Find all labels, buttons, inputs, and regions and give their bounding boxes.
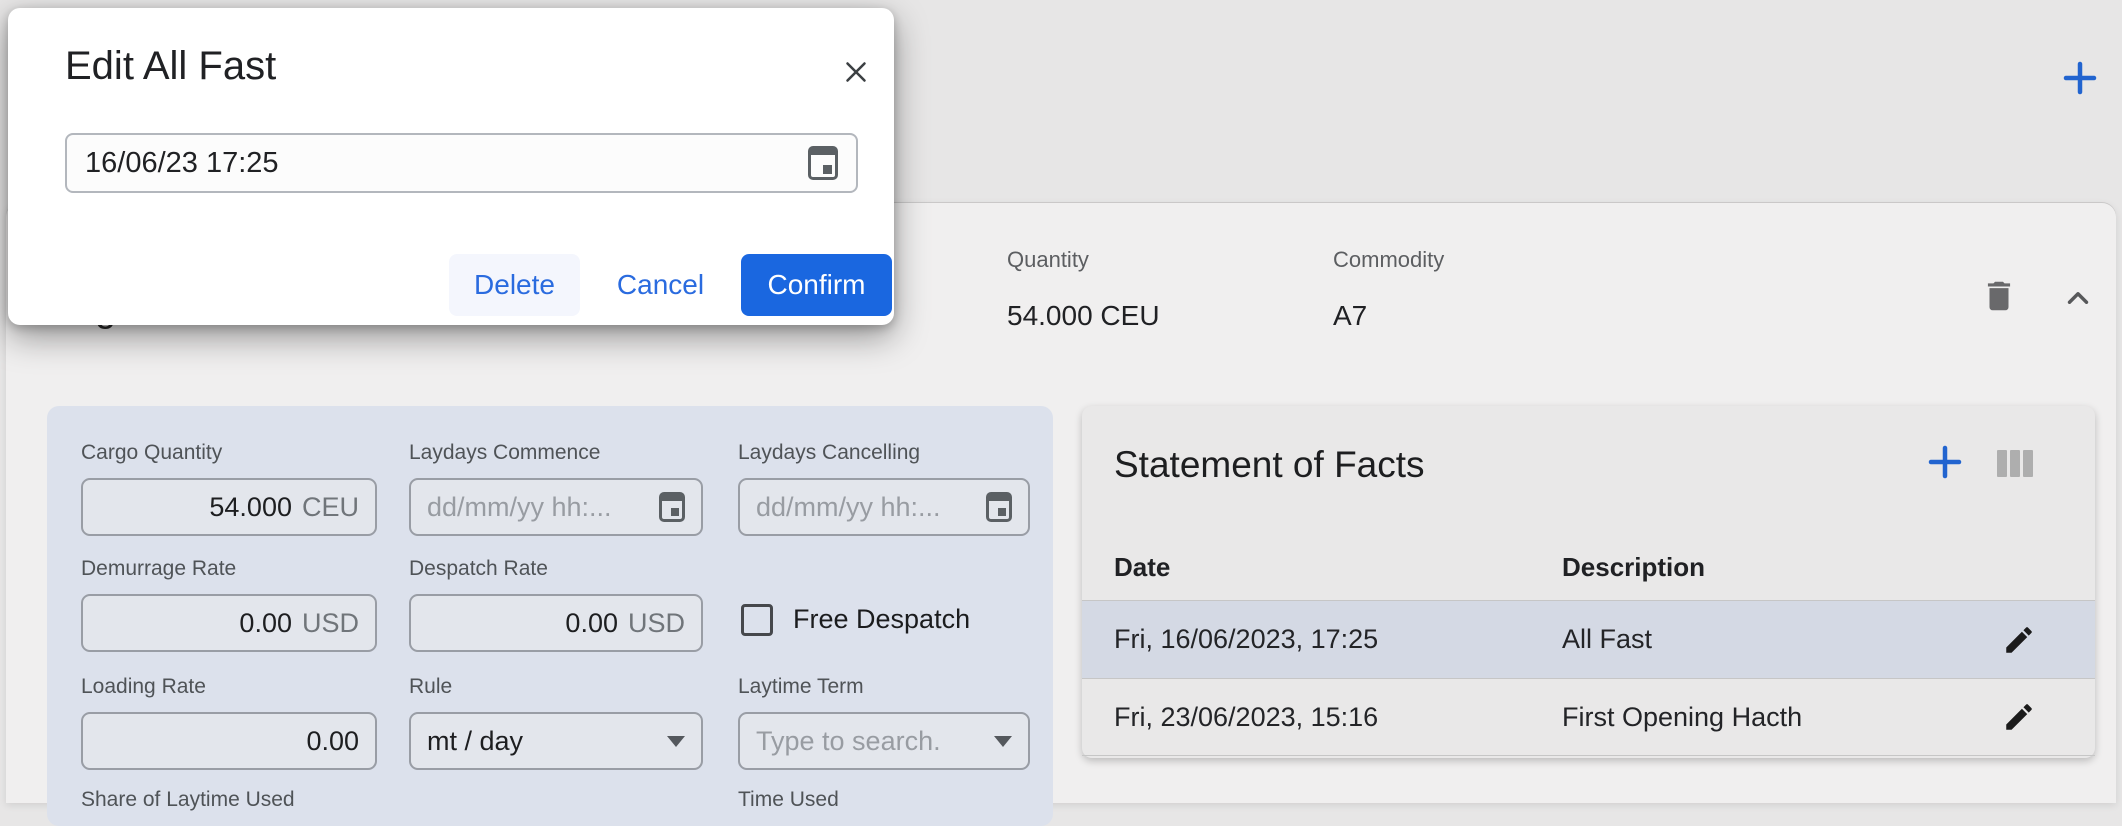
pencil-icon	[2002, 623, 2036, 657]
loading-rate-input[interactable]: 0.00	[81, 712, 377, 770]
despatch-rate-label: Despatch Rate	[409, 557, 703, 581]
laydays-cancelling-placeholder: dd/mm/yy hh:...	[756, 492, 986, 523]
trash-icon	[1980, 277, 2018, 315]
sof-table-row[interactable]: Fri, 23/06/2023, 15:16 First Opening Hac…	[1082, 678, 2095, 756]
rule-selected-value: mt / day	[427, 726, 667, 757]
laydays-cancelling-label: Laydays Cancelling	[738, 441, 1030, 465]
calendar-icon[interactable]	[986, 492, 1012, 522]
calendar-icon[interactable]	[808, 146, 838, 180]
event-datetime-value: 16/06/23 17:25	[85, 147, 808, 180]
quantity-label: Quantity	[1007, 247, 1089, 273]
despatch-rate-input[interactable]: 0.00 USD	[409, 594, 703, 652]
sof-row-description: All Fast	[1562, 624, 1652, 655]
time-used-label: Time Used	[738, 788, 1030, 812]
loading-rate-value: 0.00	[306, 726, 359, 757]
laytime-term-select[interactable]: Type to search.	[738, 712, 1030, 770]
delete-button[interactable]: Delete	[449, 254, 580, 316]
cargo-quantity-value: 54.000	[209, 492, 292, 523]
despatch-rate-value: 0.00	[565, 608, 618, 639]
dialog-title: Edit All Fast	[65, 44, 276, 89]
laydays-cancelling-input[interactable]: dd/mm/yy hh:...	[738, 478, 1030, 536]
sof-row-date: Fri, 23/06/2023, 15:16	[1114, 702, 1378, 733]
plus-icon	[1925, 442, 1965, 482]
chevron-down-icon	[667, 736, 685, 747]
pencil-icon	[2002, 700, 2036, 734]
quantity-value: 54.000 CEU	[1007, 300, 1160, 332]
columns-icon[interactable]	[1997, 450, 2033, 477]
add-cargo-button[interactable]	[2049, 47, 2111, 109]
chevron-up-icon	[2061, 281, 2095, 315]
cargo-quantity-input[interactable]: 54.000 CEU	[81, 478, 377, 536]
laytime-term-label: Laytime Term	[738, 675, 1030, 699]
calendar-icon[interactable]	[659, 492, 685, 522]
plus-icon	[2062, 60, 2098, 96]
free-despatch-label: Free Despatch	[793, 604, 970, 635]
cargo-quantity-label: Cargo Quantity	[81, 441, 377, 465]
delete-cargo-button[interactable]	[1975, 272, 2023, 320]
chevron-down-icon	[994, 736, 1012, 747]
laydays-commence-input[interactable]: dd/mm/yy hh:...	[409, 478, 703, 536]
demurrage-rate-unit: USD	[302, 608, 359, 639]
loading-rate-label: Loading Rate	[81, 675, 377, 699]
sof-row-date: Fri, 16/06/2023, 17:25	[1114, 624, 1378, 655]
rule-select[interactable]: mt / day	[409, 712, 703, 770]
date-column-header: Date	[1114, 552, 1170, 583]
laydays-commence-placeholder: dd/mm/yy hh:...	[427, 492, 659, 523]
close-button[interactable]	[834, 50, 878, 94]
free-despatch-checkbox[interactable]	[741, 604, 773, 636]
cancel-button[interactable]: Cancel	[606, 254, 715, 316]
sof-row-description: First Opening Hacth	[1562, 702, 1802, 733]
laydays-commence-label: Laydays Commence	[409, 441, 703, 465]
collapse-section-button[interactable]	[2056, 278, 2100, 318]
edit-row-button[interactable]	[1999, 697, 2039, 737]
commodity-value: A7	[1333, 300, 1367, 332]
event-datetime-input[interactable]: 16/06/23 17:25	[65, 133, 858, 193]
cargo-quantity-unit: CEU	[302, 492, 359, 523]
rule-label: Rule	[409, 675, 703, 699]
edit-all-fast-dialog: Edit All Fast 16/06/23 17:25 Delete Canc…	[8, 8, 894, 325]
demurrage-rate-value: 0.00	[239, 608, 292, 639]
close-icon	[839, 55, 873, 89]
share-of-laytime-used-label: Share of Laytime Used	[81, 788, 377, 812]
demurrage-rate-input[interactable]: 0.00 USD	[81, 594, 377, 652]
demurrage-rate-label: Demurrage Rate	[81, 557, 377, 581]
despatch-rate-unit: USD	[628, 608, 685, 639]
sof-table-row[interactable]: Fri, 16/06/2023, 17:25 All Fast	[1082, 600, 2095, 678]
edit-row-button[interactable]	[1999, 620, 2039, 660]
commodity-label: Commodity	[1333, 247, 1444, 273]
description-column-header: Description	[1562, 552, 1705, 583]
add-sof-event-button[interactable]	[1920, 437, 1970, 487]
laytime-term-placeholder: Type to search.	[756, 726, 994, 757]
statement-of-facts-title: Statement of Facts	[1114, 444, 1425, 486]
confirm-button[interactable]: Confirm	[741, 254, 892, 316]
